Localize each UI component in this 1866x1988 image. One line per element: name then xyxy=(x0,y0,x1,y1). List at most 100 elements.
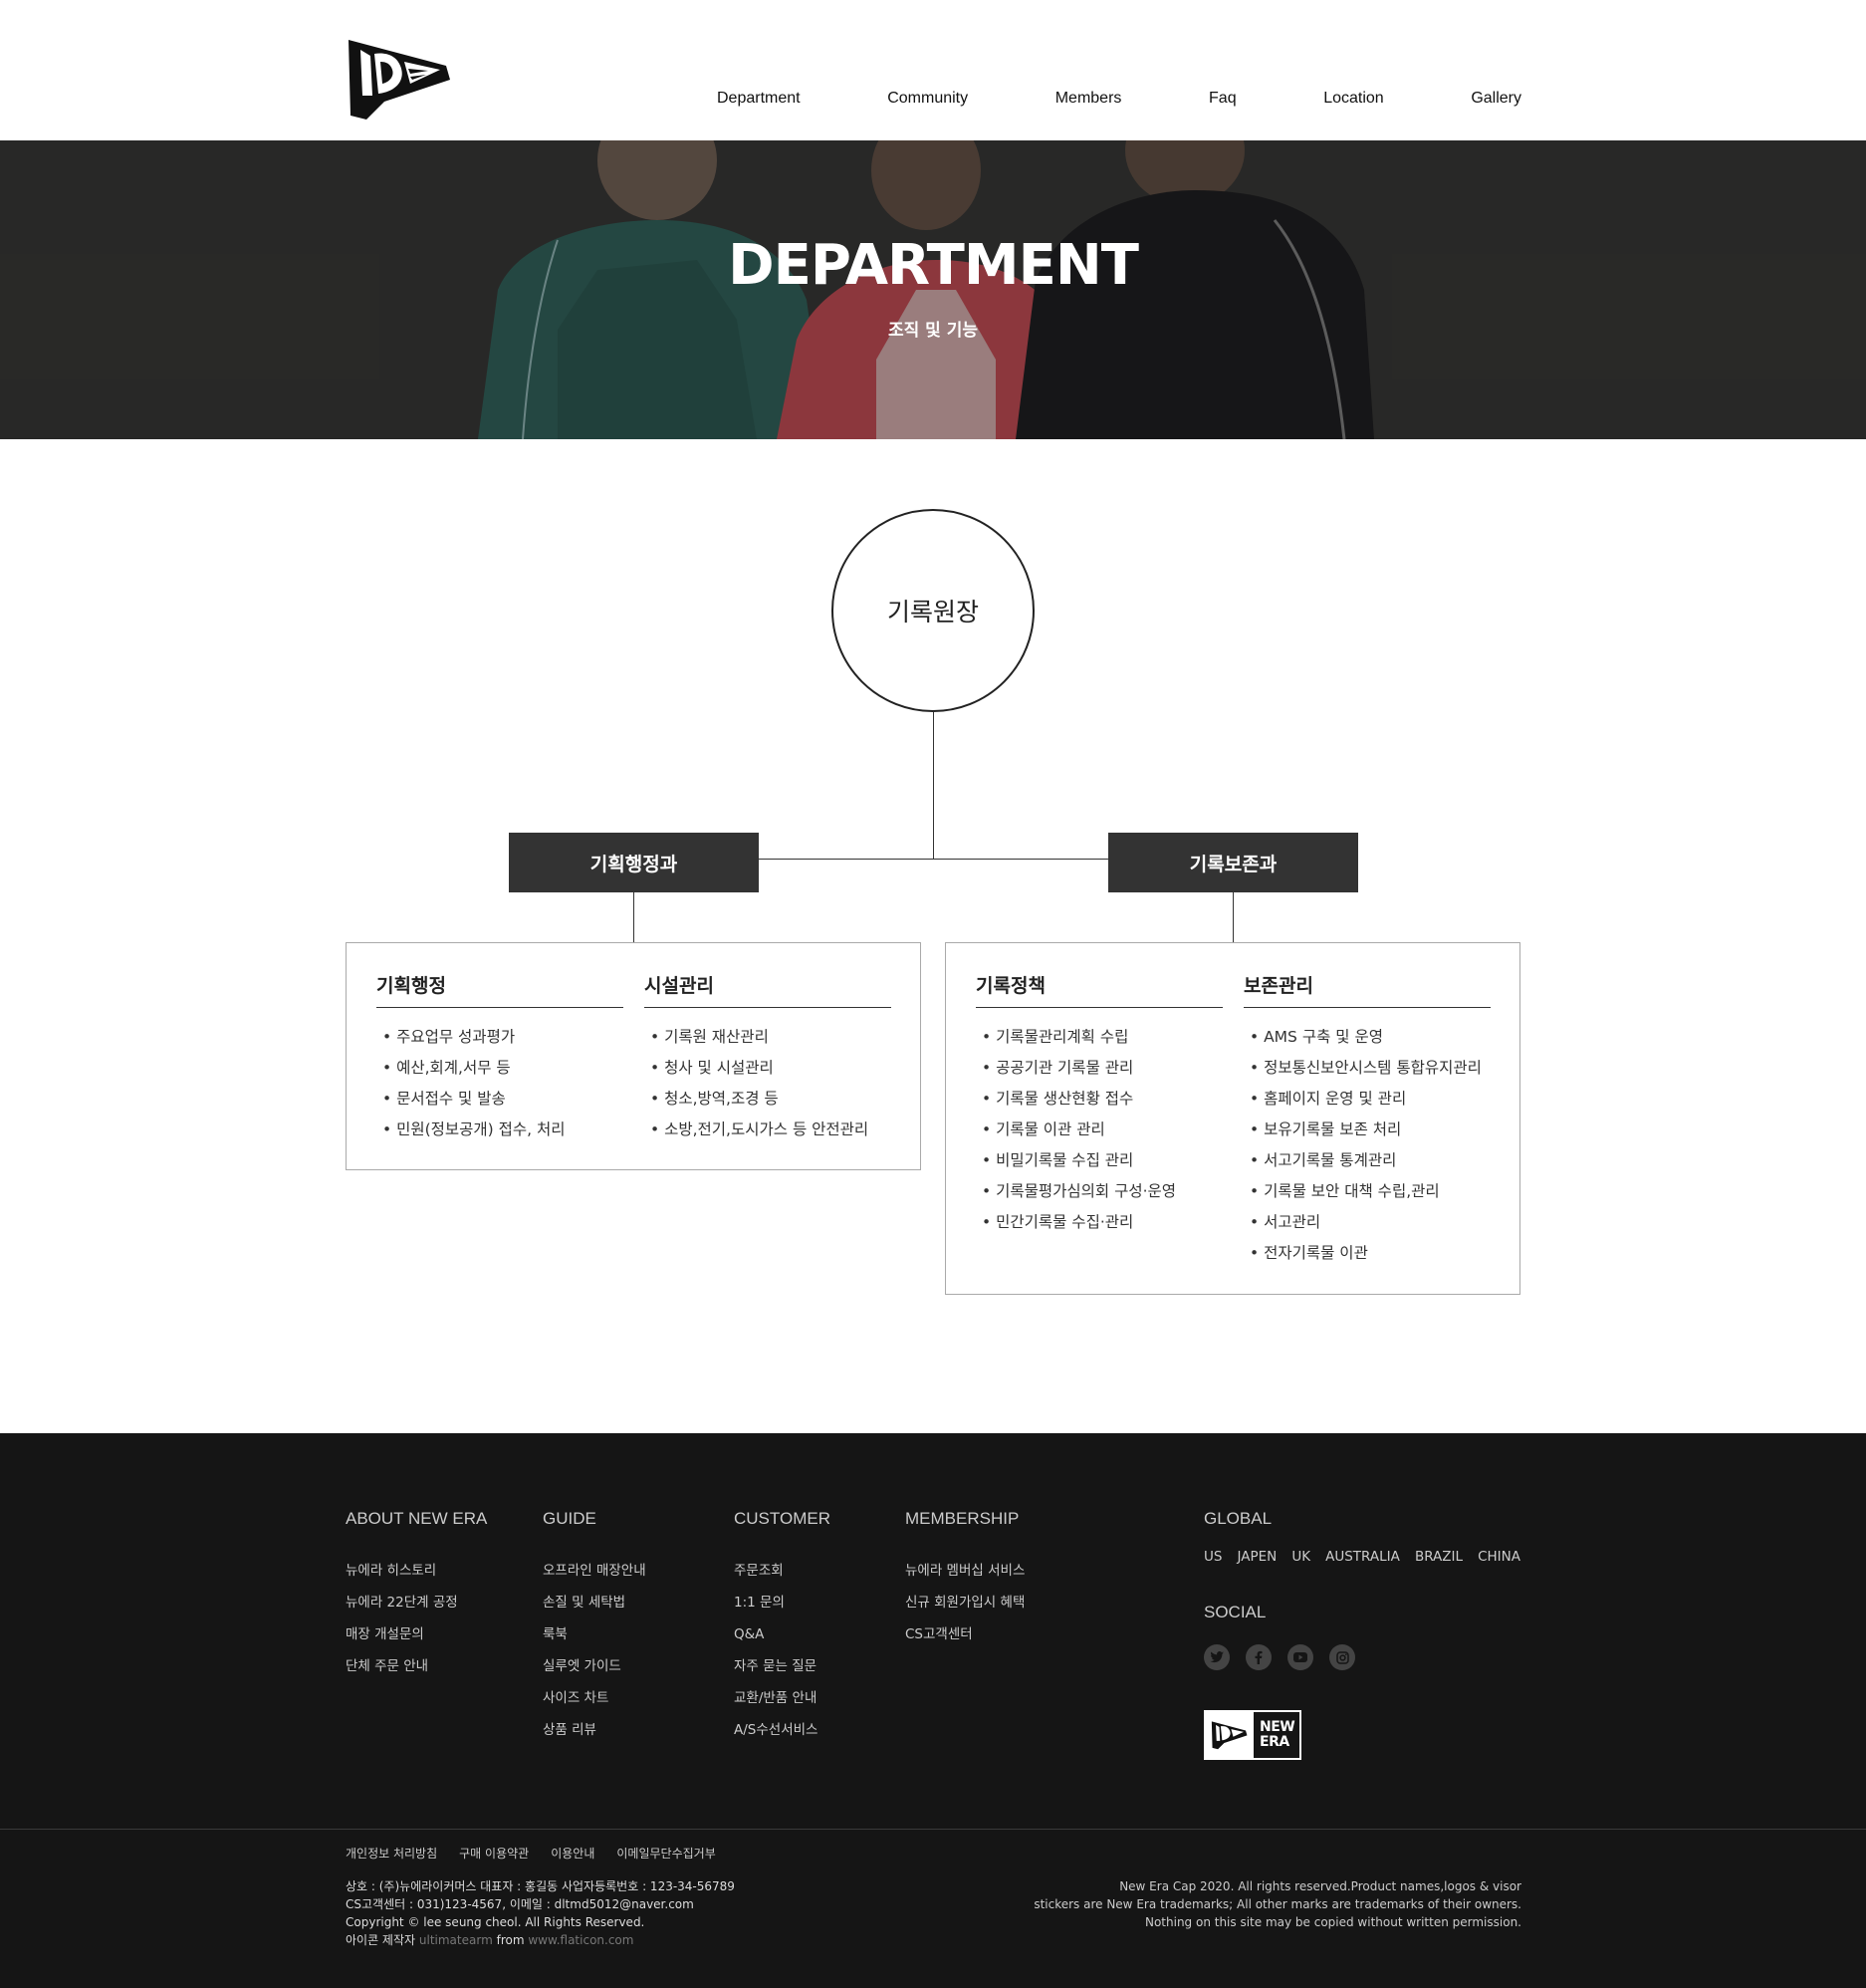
copyright-notice: New Era Cap 2020. All rights reserved.Pr… xyxy=(1004,1877,1521,1931)
function-list: AMS 구축 및 운영 정보통신보안시스템 통합유지관리 홈페이지 운영 및 관… xyxy=(1244,1022,1491,1269)
function-group-title: 기록정책 xyxy=(976,971,1223,1008)
country-link-us[interactable]: US xyxy=(1204,1549,1222,1565)
function-item: AMS 구축 및 운영 xyxy=(1244,1022,1491,1053)
function-list: 기록원 재산관리 청사 및 시설관리 청소,방역,조경 등 소방,전기,도시가스… xyxy=(644,1022,891,1145)
function-group: 시설관리 기록원 재산관리 청사 및 시설관리 청소,방역,조경 등 소방,전기… xyxy=(644,971,891,1145)
footer-column-title: GUIDE xyxy=(543,1509,596,1528)
function-item: 소방,전기,도시가스 등 안전관리 xyxy=(644,1115,891,1145)
footer-link[interactable]: 1:1 문의 xyxy=(734,1587,830,1618)
function-item: 청소,방역,조경 등 xyxy=(644,1084,891,1115)
footer-link[interactable]: 뉴에라 멤버십 서비스 xyxy=(905,1555,1025,1587)
footer-link[interactable]: Q&A xyxy=(734,1618,830,1650)
facebook-icon[interactable] xyxy=(1246,1644,1272,1670)
hero-banner: DEPARTMENT 조직 및 기능 xyxy=(0,140,1866,439)
country-link-australia[interactable]: AUSTRALIA xyxy=(1325,1549,1400,1565)
function-item: 보유기록물 보존 처리 xyxy=(1244,1115,1491,1145)
footer-link[interactable]: 실루엣 가이드 xyxy=(543,1650,646,1682)
function-item: 서고관리 xyxy=(1244,1207,1491,1238)
dept-detail-box-planning: 기획행정 주요업무 성과평가 예산,회계,서무 등 문서접수 및 발송 민원(정… xyxy=(346,942,921,1170)
footer-link[interactable]: 자주 묻는 질문 xyxy=(734,1650,830,1682)
purchase-terms-link[interactable]: 구매 이용약관 xyxy=(459,1845,529,1862)
social-icons xyxy=(1204,1644,1520,1670)
logo-word: ERA xyxy=(1260,1734,1289,1750)
usage-guide-link[interactable]: 이용안내 xyxy=(551,1845,594,1862)
site-header: Department Community Members Faq Locatio… xyxy=(0,0,1866,140)
footer-divider xyxy=(0,1829,1866,1830)
footer-link[interactable]: 단체 주문 안내 xyxy=(346,1650,487,1682)
footer-global-section: GLOBAL US JAPEN UK AUSTRALIA BRAZIL CHIN… xyxy=(1204,1509,1520,1670)
social-title: SOCIAL xyxy=(1204,1603,1267,1621)
footer-link[interactable]: A/S수선서비스 xyxy=(734,1714,830,1746)
credit-author-link[interactable]: ultimatearm xyxy=(419,1933,493,1947)
footer-column-membership: MEMBERSHIP 뉴에라 멤버십 서비스 신규 회원가입시 혜택 CS고객센… xyxy=(905,1509,1025,1650)
global-title: GLOBAL xyxy=(1204,1509,1273,1528)
privacy-policy-link[interactable]: 개인정보 처리방침 xyxy=(346,1845,437,1862)
footer-column-customer: CUSTOMER 주문조회 1:1 문의 Q&A 자주 묻는 질문 교환/반품 … xyxy=(734,1509,830,1746)
country-link-uk[interactable]: UK xyxy=(1291,1549,1310,1565)
footer-link[interactable]: 룩북 xyxy=(543,1618,646,1650)
nav-members[interactable]: Members xyxy=(1055,86,1122,112)
footer-link[interactable]: 뉴에라 22단계 공정 xyxy=(346,1587,487,1618)
function-group: 기획행정 주요업무 성과평가 예산,회계,서무 등 문서접수 및 발송 민원(정… xyxy=(376,971,623,1145)
country-link-china[interactable]: CHINA xyxy=(1478,1549,1520,1565)
company-info-line: Copyright © lee seung cheol. All Rights … xyxy=(346,1915,645,1929)
copyright-line: Nothing on this site may be copied witho… xyxy=(1144,1915,1521,1929)
nav-location[interactable]: Location xyxy=(1323,86,1384,112)
nav-faq[interactable]: Faq xyxy=(1209,86,1237,112)
function-item: 문서접수 및 발송 xyxy=(376,1084,623,1115)
footer-link[interactable]: 뉴에라 히스토리 xyxy=(346,1555,487,1587)
twitter-icon[interactable] xyxy=(1204,1644,1230,1670)
org-head-node: 기록원장 xyxy=(831,509,1035,712)
nav-gallery[interactable]: Gallery xyxy=(1471,86,1521,112)
new-era-logo[interactable] xyxy=(345,36,456,122)
function-item: 예산,회계,서무 등 xyxy=(376,1053,623,1084)
footer-link[interactable]: 사이즈 차트 xyxy=(543,1682,646,1714)
function-item: 홈페이지 운영 및 관리 xyxy=(1244,1084,1491,1115)
company-info-line: 상호 : (주)뉴에라이커머스 대표자 : 홍길동 사업자등록번호 : 123-… xyxy=(346,1879,735,1893)
country-link-brazil[interactable]: BRAZIL xyxy=(1415,1549,1463,1565)
function-item: 주요업무 성과평가 xyxy=(376,1022,623,1053)
function-group-title: 기획행정 xyxy=(376,971,623,1008)
connector-vertical-main xyxy=(933,712,934,860)
dept-node-preservation: 기록보존과 xyxy=(1108,833,1358,892)
footer-link[interactable]: 주문조회 xyxy=(734,1555,830,1587)
footer-link[interactable]: 신규 회원가입시 혜택 xyxy=(905,1587,1025,1618)
footer-link[interactable]: 교환/반품 안내 xyxy=(734,1682,830,1714)
company-info-line: CS고객센터 : 031)123-4567, 이메일 : dltmd5012@n… xyxy=(346,1897,694,1911)
connector-planning-box xyxy=(633,892,634,942)
credit-prefix: 아이콘 제작자 xyxy=(346,1933,416,1947)
function-item: 기록물 이관 관리 xyxy=(976,1115,1223,1145)
connector-horizontal-main xyxy=(759,859,1108,860)
dept-detail-box-preservation: 기록정책 기록물관리계획 수립 공공기관 기록물 관리 기록물 생산현황 접수 … xyxy=(945,942,1520,1295)
function-list: 기록물관리계획 수립 공공기관 기록물 관리 기록물 생산현황 접수 기록물 이… xyxy=(976,1022,1223,1238)
logo-wordmark: NEW ERA xyxy=(1254,1712,1299,1758)
connector-preservation-box xyxy=(1233,892,1234,942)
page-title: DEPARTMENT xyxy=(728,233,1139,298)
instagram-icon[interactable] xyxy=(1329,1644,1355,1670)
footer-column-title: ABOUT NEW ERA xyxy=(346,1509,488,1528)
nav-community[interactable]: Community xyxy=(887,86,968,112)
nav-department[interactable]: Department xyxy=(717,86,801,112)
country-link-japan[interactable]: JAPEN xyxy=(1238,1549,1278,1565)
youtube-icon[interactable] xyxy=(1287,1644,1313,1670)
footer-link[interactable]: CS고객센터 xyxy=(905,1618,1025,1650)
function-item: 기록물평가심의회 구성·운영 xyxy=(976,1176,1223,1207)
email-refusal-link[interactable]: 이메일무단수집거부 xyxy=(616,1845,715,1862)
footer-column-guide: GUIDE 오프라인 매장안내 손질 및 세탁법 룩북 실루엣 가이드 사이즈 … xyxy=(543,1509,646,1746)
function-group-title: 시설관리 xyxy=(644,971,891,1008)
footer-column-title: MEMBERSHIP xyxy=(905,1509,1020,1528)
function-item: 청사 및 시설관리 xyxy=(644,1053,891,1084)
footer-link[interactable]: 오프라인 매장안내 xyxy=(543,1555,646,1587)
flag-logo-icon xyxy=(1206,1712,1254,1758)
function-list: 주요업무 성과평가 예산,회계,서무 등 문서접수 및 발송 민원(정보공개) … xyxy=(376,1022,623,1145)
company-info: 상호 : (주)뉴에라이커머스 대표자 : 홍길동 사업자등록번호 : 123-… xyxy=(346,1877,735,1949)
footer-link[interactable]: 손질 및 세탁법 xyxy=(543,1587,646,1618)
function-item: 민간기록물 수집·관리 xyxy=(976,1207,1223,1238)
icon-credit: 아이콘 제작자 ultimatearm from www.flaticon.co… xyxy=(346,1931,735,1949)
footer-link[interactable]: 상품 리뷰 xyxy=(543,1714,646,1746)
credit-site-link[interactable]: www.flaticon.com xyxy=(528,1933,633,1947)
function-item: 정보통신보안시스템 통합유지관리 xyxy=(1244,1053,1491,1084)
copyright-line: New Era Cap 2020. All rights reserved.Pr… xyxy=(1119,1879,1521,1893)
footer-link[interactable]: 매장 개설문의 xyxy=(346,1618,487,1650)
footer-column-title: CUSTOMER xyxy=(734,1509,830,1528)
